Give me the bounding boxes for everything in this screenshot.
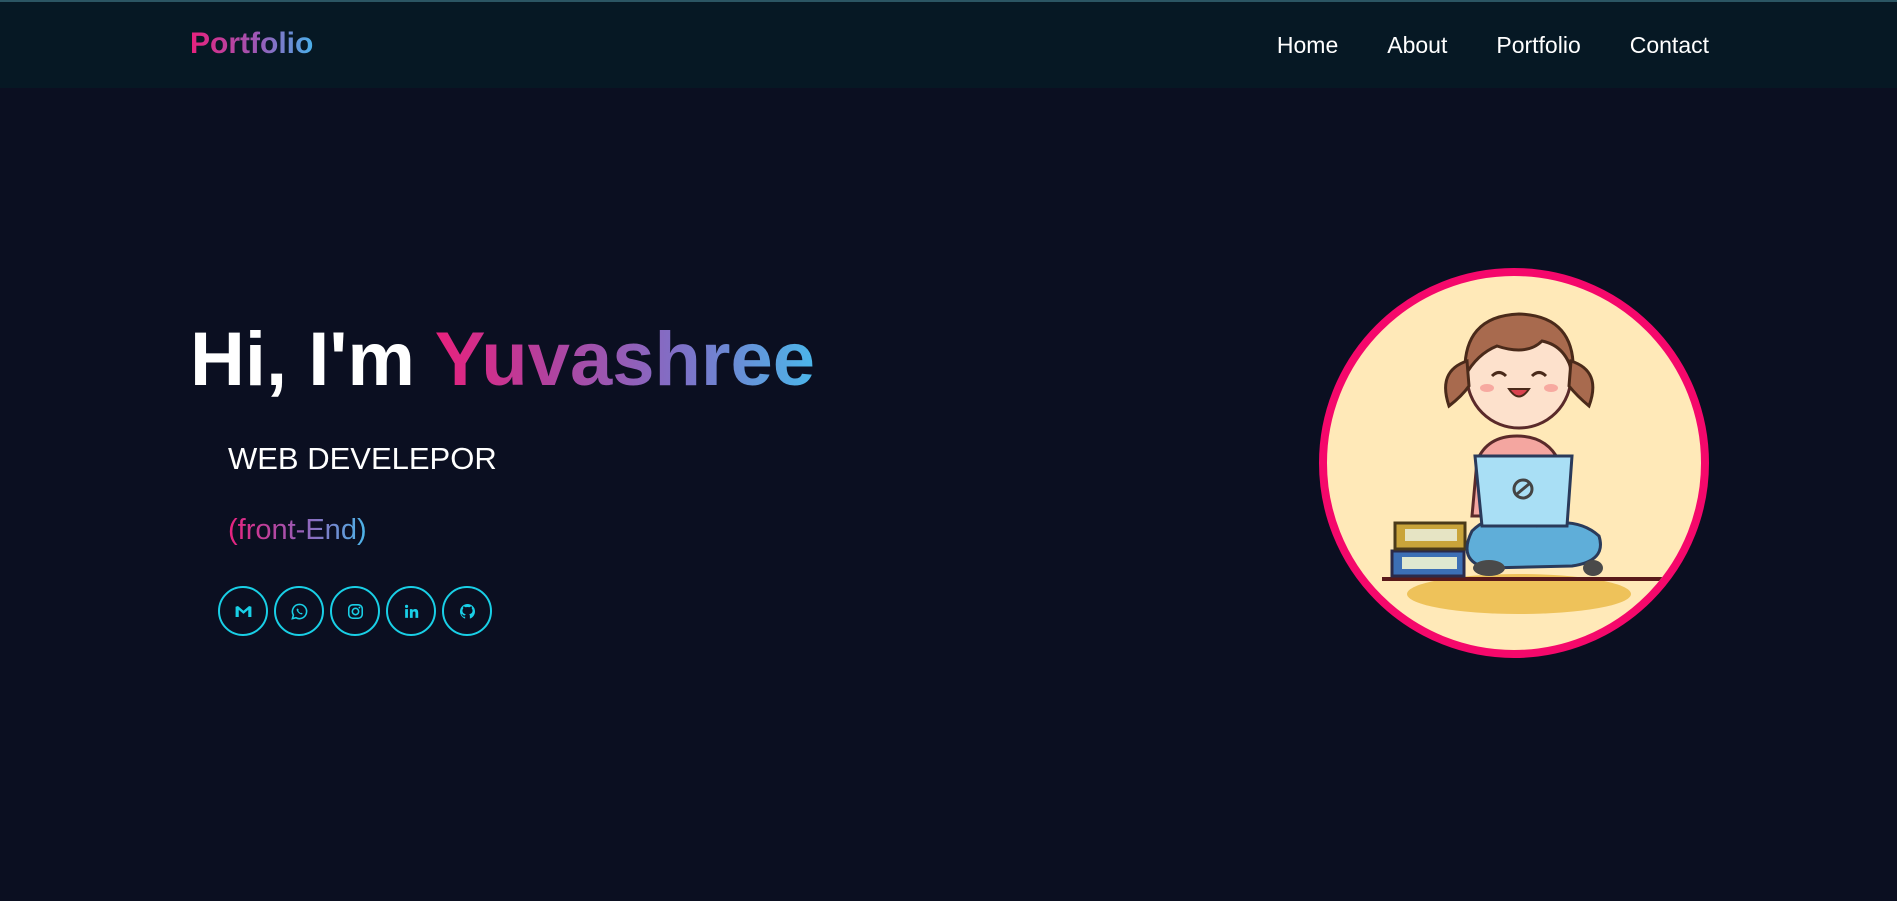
instagram-button[interactable] — [330, 586, 380, 636]
hero-heading: Hi, I'm Yuvashree — [190, 318, 815, 402]
linkedin-button[interactable] — [386, 586, 436, 636]
nav-portfolio[interactable]: Portfolio — [1496, 32, 1580, 59]
nav-about[interactable]: About — [1387, 32, 1447, 59]
hero-role: WEB DEVELEPOR — [228, 441, 497, 476]
nav-contact[interactable]: Contact — [1630, 32, 1709, 59]
linkedin-icon — [404, 604, 418, 618]
hero-sub-role: (front-End) — [228, 514, 367, 546]
gmail-button[interactable] — [218, 586, 268, 636]
github-icon — [459, 603, 475, 619]
hero-greeting: Hi, I'm — [190, 317, 435, 402]
girl-with-laptop-illustration — [1382, 312, 1662, 614]
gmail-icon — [235, 605, 251, 617]
whatsapp-icon — [290, 603, 307, 620]
whatsapp-button[interactable] — [274, 586, 324, 636]
avatar — [1319, 268, 1709, 658]
site-logo[interactable]: Portfolio — [190, 27, 313, 61]
nav-home[interactable]: Home — [1277, 32, 1338, 59]
instagram-icon — [347, 603, 363, 619]
navbar: Portfolio Home About Portfolio Contact — [0, 2, 1897, 88]
social-links — [218, 586, 492, 636]
github-button[interactable] — [442, 586, 492, 636]
main-nav: Home About Portfolio Contact — [1277, 32, 1709, 59]
hero-name: Yuvashree — [434, 317, 816, 402]
